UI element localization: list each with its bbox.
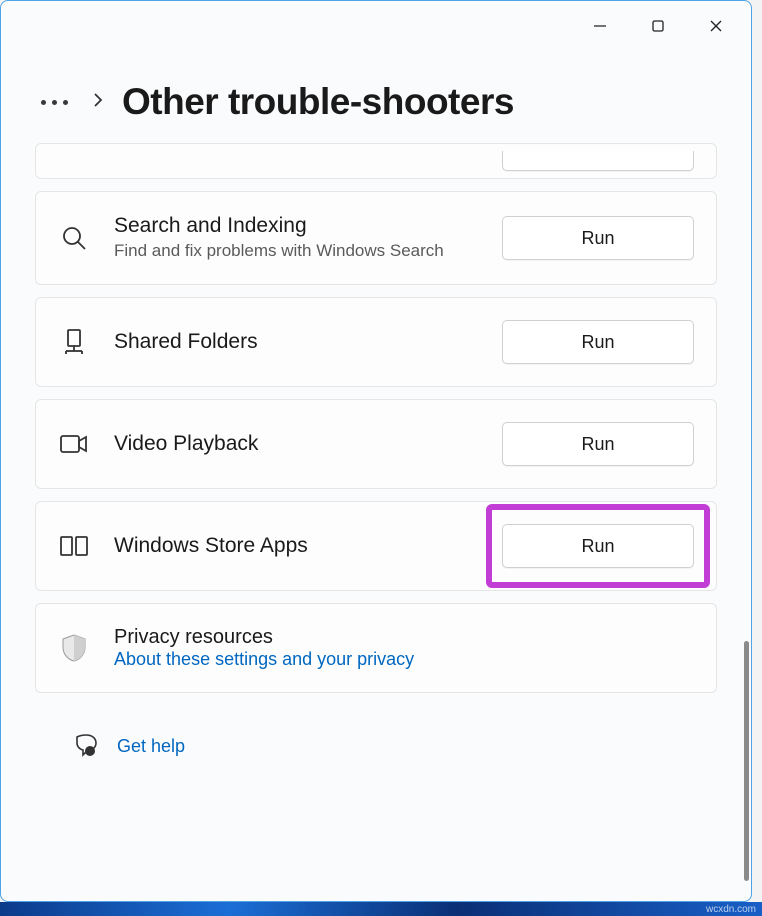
shared-folders-icon [58, 327, 90, 357]
troubleshooter-card-video: Video Playback Run [35, 399, 717, 489]
card-title: Search and Indexing [114, 214, 478, 238]
troubleshooter-card-search: Search and Indexing Find and fix problem… [35, 191, 717, 285]
card-text: Privacy resources About these settings a… [114, 626, 694, 670]
card-title: Shared Folders [114, 330, 478, 354]
close-button[interactable] [687, 4, 745, 48]
run-button[interactable]: Run [502, 320, 694, 364]
run-button-partial[interactable] [502, 151, 694, 171]
run-button[interactable]: Run [502, 216, 694, 260]
more-icon[interactable] [35, 94, 74, 111]
video-icon [58, 432, 90, 456]
card-text: Windows Store Apps [114, 534, 462, 558]
settings-window: Other trouble-shooters Search and Indexi… [0, 0, 752, 902]
highlight-box: Run [486, 504, 710, 588]
apps-icon [58, 535, 90, 557]
titlebar [1, 1, 751, 51]
maximize-button[interactable] [629, 4, 687, 48]
shield-icon [58, 633, 90, 663]
troubleshooter-card-partial [35, 143, 717, 179]
troubleshooter-card-store-apps: Windows Store Apps Run [35, 501, 717, 591]
chevron-right-icon [92, 92, 104, 113]
privacy-card: Privacy resources About these settings a… [35, 603, 717, 693]
help-icon: ? [73, 733, 99, 759]
card-text: Shared Folders [114, 330, 478, 354]
taskbar [0, 902, 762, 916]
run-button[interactable]: Run [502, 422, 694, 466]
card-title: Video Playback [114, 432, 478, 456]
watermark: wcxdn.com [706, 904, 756, 915]
get-help-row[interactable]: ? Get help [35, 705, 717, 789]
header: Other trouble-shooters [1, 51, 751, 143]
privacy-title: Privacy resources [114, 626, 694, 649]
privacy-link[interactable]: About these settings and your privacy [114, 649, 694, 670]
scroll-thumb[interactable] [744, 641, 749, 881]
card-text: Video Playback [114, 432, 478, 456]
search-icon [58, 224, 90, 252]
page-title: Other trouble-shooters [122, 81, 514, 123]
minimize-button[interactable] [571, 4, 629, 48]
card-text: Search and Indexing Find and fix problem… [114, 214, 478, 262]
run-button[interactable]: Run [502, 524, 694, 568]
get-help-link[interactable]: Get help [117, 736, 185, 757]
svg-text:?: ? [88, 749, 92, 756]
troubleshooter-card-shared-folders: Shared Folders Run [35, 297, 717, 387]
scrollbar[interactable] [741, 171, 749, 881]
card-title: Windows Store Apps [114, 534, 462, 558]
card-desc: Find and fix problems with Windows Searc… [114, 240, 478, 262]
content-area: Search and Indexing Find and fix problem… [1, 143, 751, 901]
